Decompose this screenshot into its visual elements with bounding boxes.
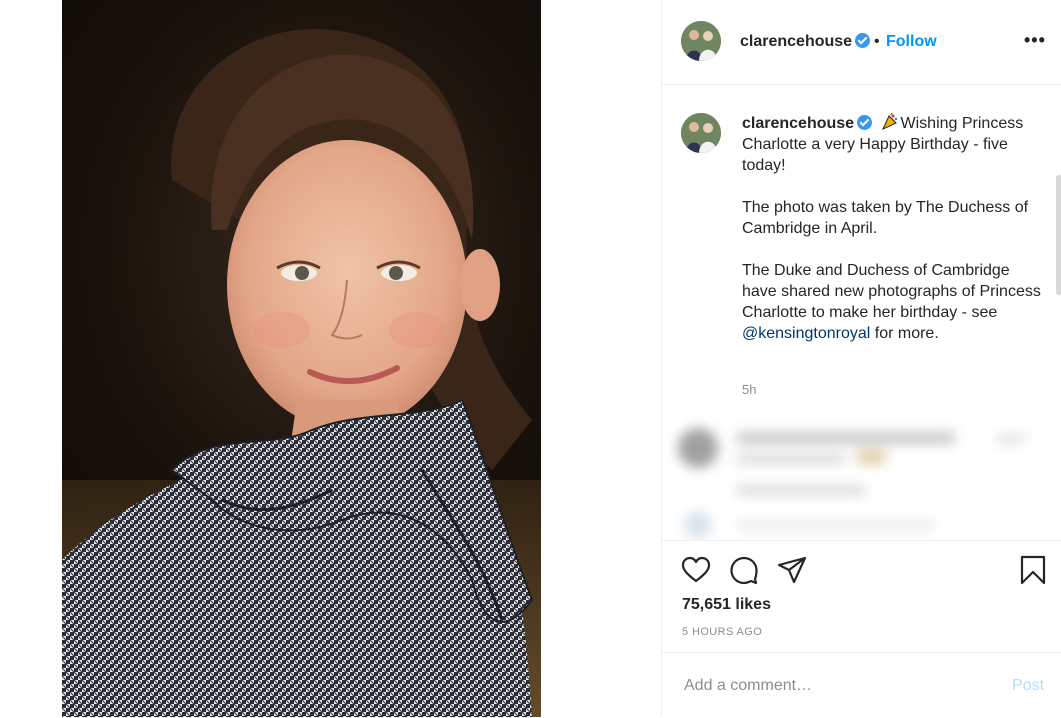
post-sidebar: clarencehouse • Follow ••• clarencehouse bbox=[661, 0, 1061, 717]
username-text[interactable]: clarencehouse bbox=[740, 33, 852, 50]
verified-badge-icon bbox=[855, 33, 871, 48]
comment-input[interactable] bbox=[682, 673, 986, 699]
scrollbar[interactable] bbox=[1056, 175, 1061, 295]
caption: clarencehouse Wishing Princess Charlotte… bbox=[742, 113, 1042, 365]
comments-section[interactable]: clarencehouse Wishing Princess Charlotte… bbox=[662, 85, 1061, 540]
caption-timestamp[interactable]: 5h bbox=[742, 382, 756, 397]
separator-dot: • bbox=[874, 33, 880, 50]
caption-line-2: The photo was taken by The Duchess of Ca… bbox=[742, 199, 1029, 237]
blurred-comment bbox=[676, 420, 1061, 540]
more-options-icon[interactable]: ••• bbox=[1024, 30, 1046, 51]
paper-plane-icon[interactable] bbox=[777, 555, 807, 585]
party-popper-icon bbox=[881, 113, 897, 131]
heart-icon[interactable] bbox=[681, 555, 711, 585]
post-time[interactable]: 5 HOURS AGO bbox=[682, 626, 762, 638]
comment-bar: Post bbox=[662, 652, 1061, 718]
verified-badge-icon bbox=[857, 115, 873, 130]
speech-bubble-icon[interactable] bbox=[729, 555, 759, 585]
username[interactable]: clarencehouse bbox=[740, 33, 871, 51]
follow-button[interactable]: Follow bbox=[886, 33, 937, 51]
mention-link[interactable]: @kensingtonroyal bbox=[742, 325, 870, 342]
caption-username[interactable]: clarencehouse bbox=[742, 115, 854, 132]
post-header: clarencehouse • Follow ••• bbox=[662, 0, 1061, 85]
avatar[interactable] bbox=[681, 21, 721, 61]
caption-line-3-end: for more. bbox=[870, 325, 939, 342]
caption-line-3: The Duke and Duchess of Cambridge have s… bbox=[742, 262, 1041, 321]
action-bar: 75,651 likes 5 HOURS AGO bbox=[662, 540, 1061, 653]
likes-count[interactable]: 75,651 likes bbox=[682, 596, 771, 614]
post-photo[interactable] bbox=[62, 0, 541, 717]
post-image bbox=[62, 28, 541, 717]
bookmark-icon[interactable] bbox=[1018, 555, 1048, 585]
post-button[interactable]: Post bbox=[1012, 677, 1044, 695]
caption-avatar[interactable] bbox=[681, 113, 721, 153]
